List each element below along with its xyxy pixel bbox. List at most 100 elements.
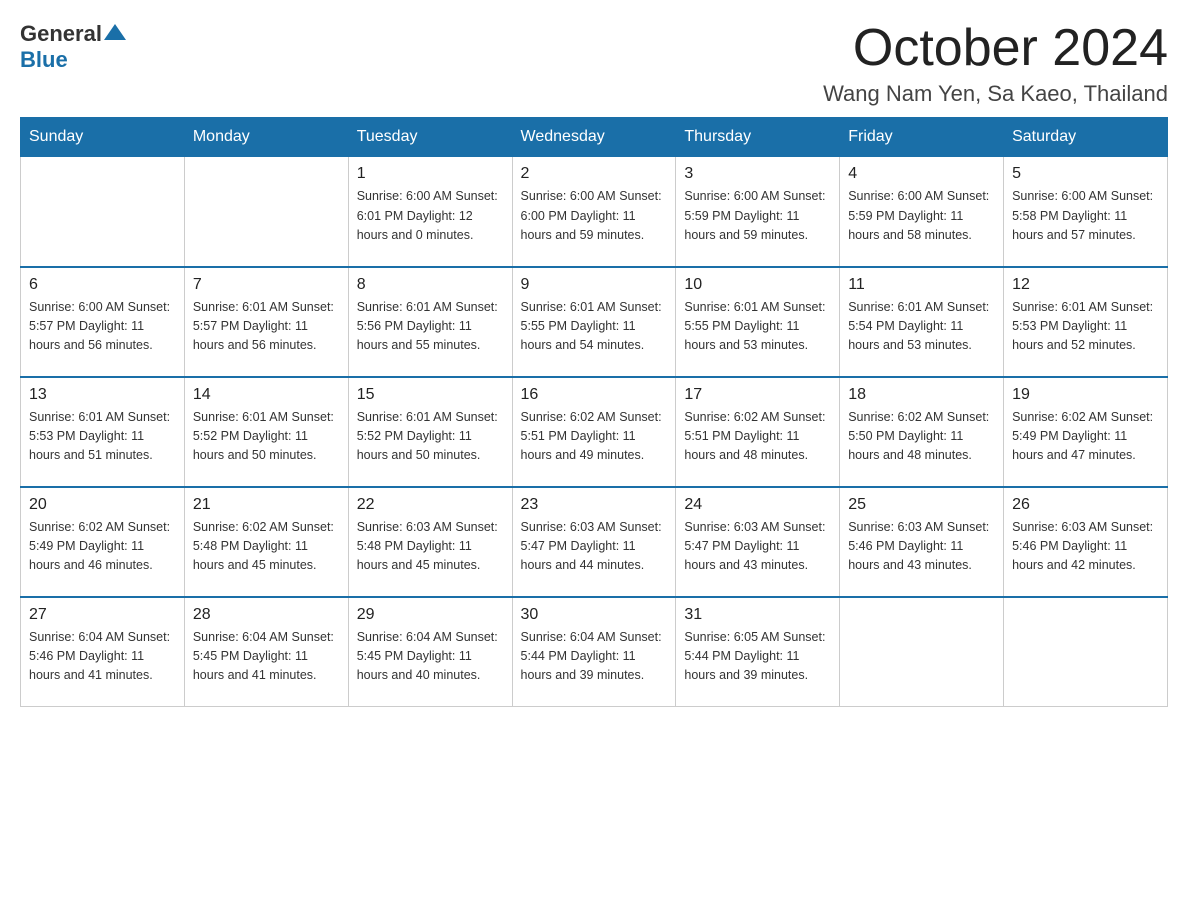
day-number: 29 bbox=[357, 606, 504, 624]
day-number: 17 bbox=[684, 386, 831, 404]
day-number: 28 bbox=[193, 606, 340, 624]
calendar-week-row: 6 Sunrise: 6:00 AM Sunset: 5:57 PM Daylig… bbox=[21, 267, 1168, 377]
day-number: 1 bbox=[357, 165, 504, 183]
table-row: 4Sunrise: 6:00 AM Sunset: 5:59 PM Daylig… bbox=[840, 157, 1004, 267]
header-tuesday: Tuesday bbox=[348, 118, 512, 157]
day-number: 21 bbox=[193, 496, 340, 514]
header-wednesday: Wednesday bbox=[512, 118, 676, 157]
table-row: 22 Sunrise: 6:03 AM Sunset: 5:48 PM Dayli… bbox=[348, 487, 512, 597]
logo-triangle-icon bbox=[104, 22, 126, 42]
logo-general: General bbox=[20, 21, 102, 47]
day-info: Sunrise: 6:04 AM Sunset: 5:44 PM Dayligh… bbox=[521, 628, 668, 686]
table-row: 13 Sunrise: 6:01 AM Sunset: 5:53 PM Dayli… bbox=[21, 377, 185, 487]
table-row: 16 Sunrise: 6:02 AM Sunset: 5:51 PM Dayli… bbox=[512, 377, 676, 487]
header-monday: Monday bbox=[184, 118, 348, 157]
day-number: 24 bbox=[684, 496, 831, 514]
day-info: Sunrise: 6:00 AM Sunset: 6:01 PM Dayligh… bbox=[357, 187, 504, 245]
table-row: 18Sunrise: 6:02 AM Sunset: 5:50 PM Dayli… bbox=[840, 377, 1004, 487]
day-number: 5 bbox=[1012, 165, 1159, 183]
day-info: Sunrise: 6:01 AM Sunset: 5:55 PM Dayligh… bbox=[521, 298, 668, 356]
day-info: Sunrise: 6:02 AM Sunset: 5:51 PM Dayligh… bbox=[684, 408, 831, 466]
day-number: 7 bbox=[193, 276, 340, 294]
day-info: Sunrise: 6:01 AM Sunset: 5:53 PM Dayligh… bbox=[1012, 298, 1159, 356]
day-info: Sunrise: 6:00 AM Sunset: 5:58 PM Dayligh… bbox=[1012, 187, 1159, 245]
table-row: 11 Sunrise: 6:01 AM Sunset: 5:54 PM Dayli… bbox=[840, 267, 1004, 377]
day-number: 16 bbox=[521, 386, 668, 404]
day-number: 27 bbox=[29, 606, 176, 624]
table-row bbox=[840, 597, 1004, 707]
day-number: 19 bbox=[1012, 386, 1159, 404]
table-row: 21 Sunrise: 6:02 AM Sunset: 5:48 PM Dayli… bbox=[184, 487, 348, 597]
calendar-week-row: 13 Sunrise: 6:01 AM Sunset: 5:53 PM Dayli… bbox=[21, 377, 1168, 487]
day-info: Sunrise: 6:02 AM Sunset: 5:49 PM Dayligh… bbox=[1012, 408, 1159, 466]
day-info: Sunrise: 6:00 AM Sunset: 5:57 PM Dayligh… bbox=[29, 298, 176, 356]
day-info: Sunrise: 6:03 AM Sunset: 5:48 PM Dayligh… bbox=[357, 518, 504, 576]
day-number: 23 bbox=[521, 496, 668, 514]
day-number: 18 bbox=[848, 386, 995, 404]
table-row: 8 Sunrise: 6:01 AM Sunset: 5:56 PM Daylig… bbox=[348, 267, 512, 377]
table-row: 30 Sunrise: 6:04 AM Sunset: 5:44 PM Dayli… bbox=[512, 597, 676, 707]
logo: General Blue bbox=[20, 20, 126, 73]
header-saturday: Saturday bbox=[1004, 118, 1168, 157]
day-number: 20 bbox=[29, 496, 176, 514]
table-row: 7Sunrise: 6:01 AM Sunset: 5:57 PM Daylig… bbox=[184, 267, 348, 377]
table-row: 9 Sunrise: 6:01 AM Sunset: 5:55 PM Daylig… bbox=[512, 267, 676, 377]
day-number: 22 bbox=[357, 496, 504, 514]
day-number: 6 bbox=[29, 276, 176, 294]
table-row: 29 Sunrise: 6:04 AM Sunset: 5:45 PM Dayli… bbox=[348, 597, 512, 707]
day-number: 31 bbox=[684, 606, 831, 624]
day-info: Sunrise: 6:04 AM Sunset: 5:45 PM Dayligh… bbox=[357, 628, 504, 686]
page-header: General Blue October 2024 Wang Nam Yen, … bbox=[20, 20, 1168, 107]
day-number: 13 bbox=[29, 386, 176, 404]
day-info: Sunrise: 6:01 AM Sunset: 5:53 PM Dayligh… bbox=[29, 408, 176, 466]
day-info: Sunrise: 6:03 AM Sunset: 5:46 PM Dayligh… bbox=[848, 518, 995, 576]
day-number: 2 bbox=[521, 165, 668, 183]
table-row: 5 Sunrise: 6:00 AM Sunset: 5:58 PM Daylig… bbox=[1004, 157, 1168, 267]
day-number: 9 bbox=[521, 276, 668, 294]
day-number: 30 bbox=[521, 606, 668, 624]
table-row: 10Sunrise: 6:01 AM Sunset: 5:55 PM Dayli… bbox=[676, 267, 840, 377]
table-row: 2Sunrise: 6:00 AM Sunset: 6:00 PM Daylig… bbox=[512, 157, 676, 267]
day-number: 15 bbox=[357, 386, 504, 404]
day-info: Sunrise: 6:05 AM Sunset: 5:44 PM Dayligh… bbox=[684, 628, 831, 686]
calendar-week-row: 1 Sunrise: 6:00 AM Sunset: 6:01 PM Daylig… bbox=[21, 157, 1168, 267]
header-sunday: Sunday bbox=[21, 118, 185, 157]
calendar-week-row: 27 Sunrise: 6:04 AM Sunset: 5:46 PM Dayli… bbox=[21, 597, 1168, 707]
table-row: 28 Sunrise: 6:04 AM Sunset: 5:45 PM Dayli… bbox=[184, 597, 348, 707]
title-section: October 2024 Wang Nam Yen, Sa Kaeo, Thai… bbox=[823, 20, 1168, 107]
table-row: 19 Sunrise: 6:02 AM Sunset: 5:49 PM Dayli… bbox=[1004, 377, 1168, 487]
day-number: 11 bbox=[848, 276, 995, 294]
header-friday: Friday bbox=[840, 118, 1004, 157]
table-row: 31 Sunrise: 6:05 AM Sunset: 5:44 PM Dayli… bbox=[676, 597, 840, 707]
month-title: October 2024 bbox=[823, 20, 1168, 77]
logo-blue: Blue bbox=[20, 47, 68, 72]
table-row: 14 Sunrise: 6:01 AM Sunset: 5:52 PM Dayli… bbox=[184, 377, 348, 487]
table-row: 1 Sunrise: 6:00 AM Sunset: 6:01 PM Daylig… bbox=[348, 157, 512, 267]
day-info: Sunrise: 6:04 AM Sunset: 5:46 PM Dayligh… bbox=[29, 628, 176, 686]
calendar-week-row: 20Sunrise: 6:02 AM Sunset: 5:49 PM Dayli… bbox=[21, 487, 1168, 597]
day-info: Sunrise: 6:04 AM Sunset: 5:45 PM Dayligh… bbox=[193, 628, 340, 686]
day-info: Sunrise: 6:02 AM Sunset: 5:48 PM Dayligh… bbox=[193, 518, 340, 576]
day-info: Sunrise: 6:01 AM Sunset: 5:54 PM Dayligh… bbox=[848, 298, 995, 356]
day-info: Sunrise: 6:03 AM Sunset: 5:47 PM Dayligh… bbox=[684, 518, 831, 576]
day-number: 14 bbox=[193, 386, 340, 404]
weekday-header-row: Sunday Monday Tuesday Wednesday Thursday… bbox=[21, 118, 1168, 157]
day-number: 8 bbox=[357, 276, 504, 294]
table-row bbox=[21, 157, 185, 267]
table-row: 6 Sunrise: 6:00 AM Sunset: 5:57 PM Daylig… bbox=[21, 267, 185, 377]
day-info: Sunrise: 6:01 AM Sunset: 5:56 PM Dayligh… bbox=[357, 298, 504, 356]
table-row: 20Sunrise: 6:02 AM Sunset: 5:49 PM Dayli… bbox=[21, 487, 185, 597]
day-info: Sunrise: 6:03 AM Sunset: 5:47 PM Dayligh… bbox=[521, 518, 668, 576]
table-row: 17 Sunrise: 6:02 AM Sunset: 5:51 PM Dayli… bbox=[676, 377, 840, 487]
day-info: Sunrise: 6:02 AM Sunset: 5:51 PM Dayligh… bbox=[521, 408, 668, 466]
table-row: 12Sunrise: 6:01 AM Sunset: 5:53 PM Dayli… bbox=[1004, 267, 1168, 377]
day-number: 25 bbox=[848, 496, 995, 514]
day-number: 4 bbox=[848, 165, 995, 183]
table-row bbox=[184, 157, 348, 267]
table-row: 15Sunrise: 6:01 AM Sunset: 5:52 PM Dayli… bbox=[348, 377, 512, 487]
header-thursday: Thursday bbox=[676, 118, 840, 157]
table-row: 24 Sunrise: 6:03 AM Sunset: 5:47 PM Dayli… bbox=[676, 487, 840, 597]
day-info: Sunrise: 6:01 AM Sunset: 5:52 PM Dayligh… bbox=[193, 408, 340, 466]
location-title: Wang Nam Yen, Sa Kaeo, Thailand bbox=[823, 81, 1168, 107]
day-number: 10 bbox=[684, 276, 831, 294]
